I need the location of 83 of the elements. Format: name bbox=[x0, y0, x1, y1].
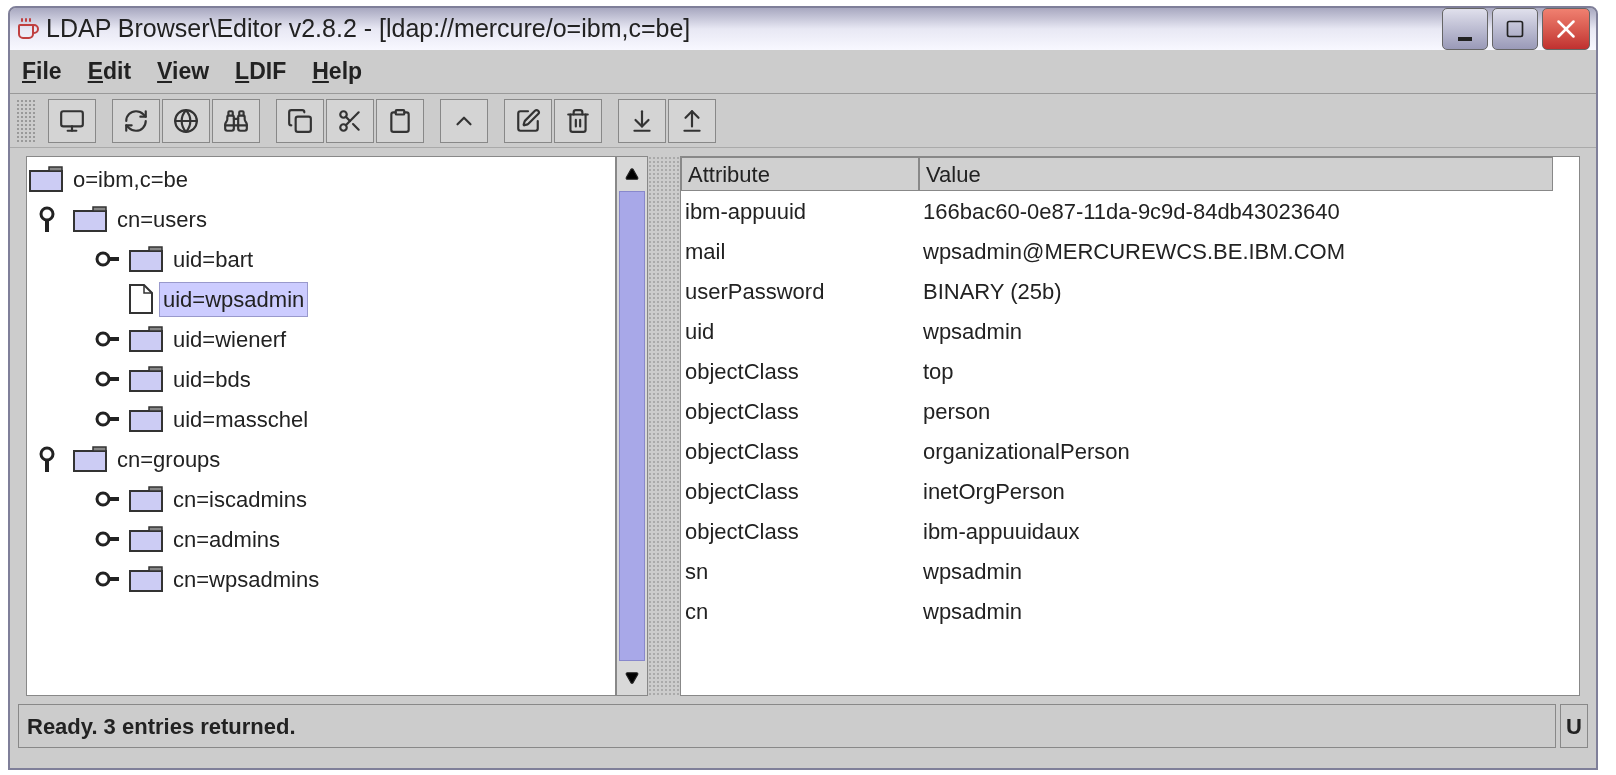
scrollbar[interactable] bbox=[616, 156, 648, 696]
table-cell-text: wpsadmin bbox=[922, 597, 1024, 626]
tree-item[interactable]: cn=admins bbox=[169, 521, 284, 557]
scroll-up-icon[interactable] bbox=[625, 167, 639, 181]
table-cell-text: mail bbox=[684, 237, 727, 266]
edit-icon bbox=[515, 107, 541, 134]
tree-item[interactable]: uid=bart bbox=[169, 241, 258, 277]
table-cell-text: objectClass bbox=[684, 437, 800, 466]
toolbar-button[interactable] bbox=[554, 98, 602, 143]
folder-icon bbox=[129, 526, 163, 552]
table-cell-text: ibm-appuuid bbox=[684, 197, 808, 226]
status-indicator: U bbox=[1560, 704, 1588, 748]
table-cell-text: cn bbox=[684, 597, 710, 626]
tree-item[interactable]: uid=wienerf bbox=[169, 321, 291, 357]
toolbar-button[interactable] bbox=[618, 98, 666, 143]
table-cell-text: sn bbox=[684, 557, 710, 586]
globe-icon bbox=[173, 107, 199, 134]
tree-item[interactable]: cn=users bbox=[113, 201, 211, 237]
tree-item[interactable]: cn=iscadmins bbox=[169, 481, 311, 517]
minimize-button[interactable] bbox=[1442, 8, 1488, 50]
column-header[interactable]: Value bbox=[919, 157, 1553, 191]
table-cell-text: wpsadmin bbox=[922, 557, 1024, 586]
toolbar-button[interactable] bbox=[504, 98, 552, 143]
menu-item[interactable]: File bbox=[22, 54, 62, 89]
scissors-icon bbox=[337, 107, 363, 134]
folder-icon bbox=[129, 486, 163, 512]
folder-icon bbox=[73, 206, 107, 232]
folder-icon bbox=[73, 446, 107, 472]
close-button[interactable] bbox=[1542, 8, 1590, 50]
menu-item[interactable]: Edit bbox=[87, 54, 132, 89]
table-cell-text: uid bbox=[684, 317, 716, 346]
tree-item[interactable]: uid=bds bbox=[169, 361, 255, 397]
toolbar-button[interactable] bbox=[326, 98, 374, 143]
folder-icon bbox=[129, 366, 163, 392]
table-cell-text: wpsadmin bbox=[922, 317, 1024, 346]
table-cell-text: BINARY (25b) bbox=[922, 277, 1063, 306]
tree-item[interactable]: cn=groups bbox=[113, 441, 225, 477]
toolbar-button[interactable] bbox=[162, 98, 210, 143]
scroll-down-icon[interactable] bbox=[625, 671, 639, 685]
folder-icon bbox=[129, 406, 163, 432]
toolbar-button[interactable] bbox=[48, 98, 96, 143]
menu-item[interactable]: LDIF bbox=[235, 54, 287, 89]
app-icon bbox=[16, 17, 40, 41]
toolbar-button[interactable] bbox=[212, 98, 260, 143]
document-icon bbox=[129, 284, 153, 314]
toolbar-button[interactable] bbox=[276, 98, 324, 143]
maximize-button[interactable] bbox=[1492, 8, 1538, 50]
trash-icon bbox=[565, 107, 591, 134]
toolbar-button[interactable] bbox=[376, 98, 424, 143]
table-cell-text: ibm-appuuidaux bbox=[922, 517, 1081, 546]
tree-item[interactable]: cn=wpsadmins bbox=[169, 561, 324, 597]
minimize-icon bbox=[1458, 37, 1472, 41]
toolbar-button[interactable] bbox=[668, 98, 716, 143]
refresh-icon bbox=[123, 107, 149, 134]
tree-item[interactable]: uid=masschel bbox=[169, 401, 313, 437]
table-cell-text: inetOrgPerson bbox=[922, 477, 1066, 506]
menu-item[interactable]: Help bbox=[312, 54, 363, 89]
table-cell-text: person bbox=[922, 397, 992, 426]
table-cell-text: objectClass bbox=[684, 517, 800, 546]
clipboard-icon bbox=[387, 107, 413, 134]
copy-icon bbox=[287, 107, 313, 134]
binoculars-icon bbox=[223, 107, 249, 134]
menu-item[interactable]: View bbox=[157, 54, 210, 89]
table-cell-text: objectClass bbox=[684, 397, 800, 426]
table-cell-text: userPassword bbox=[684, 277, 826, 306]
folder-icon bbox=[29, 166, 63, 192]
maximize-icon bbox=[1505, 19, 1525, 39]
table-cell-text: wpsadmin@MERCUREWCS.BE.IBM.COM bbox=[922, 237, 1347, 266]
table-cell-text: objectClass bbox=[684, 357, 800, 386]
column-header[interactable]: Attribute bbox=[681, 157, 919, 191]
folder-icon bbox=[129, 566, 163, 592]
table-cell-text: 166bac60-0e87-11da-9c9d-84db43023640 bbox=[922, 197, 1341, 226]
table-cell-text: organizationalPerson bbox=[922, 437, 1131, 466]
monitor-icon bbox=[59, 107, 85, 134]
status-text: Ready. 3 entries returned. bbox=[18, 704, 1556, 748]
folder-icon bbox=[129, 246, 163, 272]
tree-item[interactable]: o=ibm,c=be bbox=[69, 161, 192, 197]
table-cell-text: objectClass bbox=[684, 477, 800, 506]
table-cell-text: top bbox=[922, 357, 955, 386]
tree-item[interactable]: uid=wpsadmin bbox=[159, 281, 309, 317]
folder-icon bbox=[129, 326, 163, 352]
toolbar-button[interactable] bbox=[112, 98, 160, 143]
window-title: LDAP Browser\Editor v2.8.2 - [ldap://mercure/o=ibm,c=be] bbox=[46, 13, 691, 45]
